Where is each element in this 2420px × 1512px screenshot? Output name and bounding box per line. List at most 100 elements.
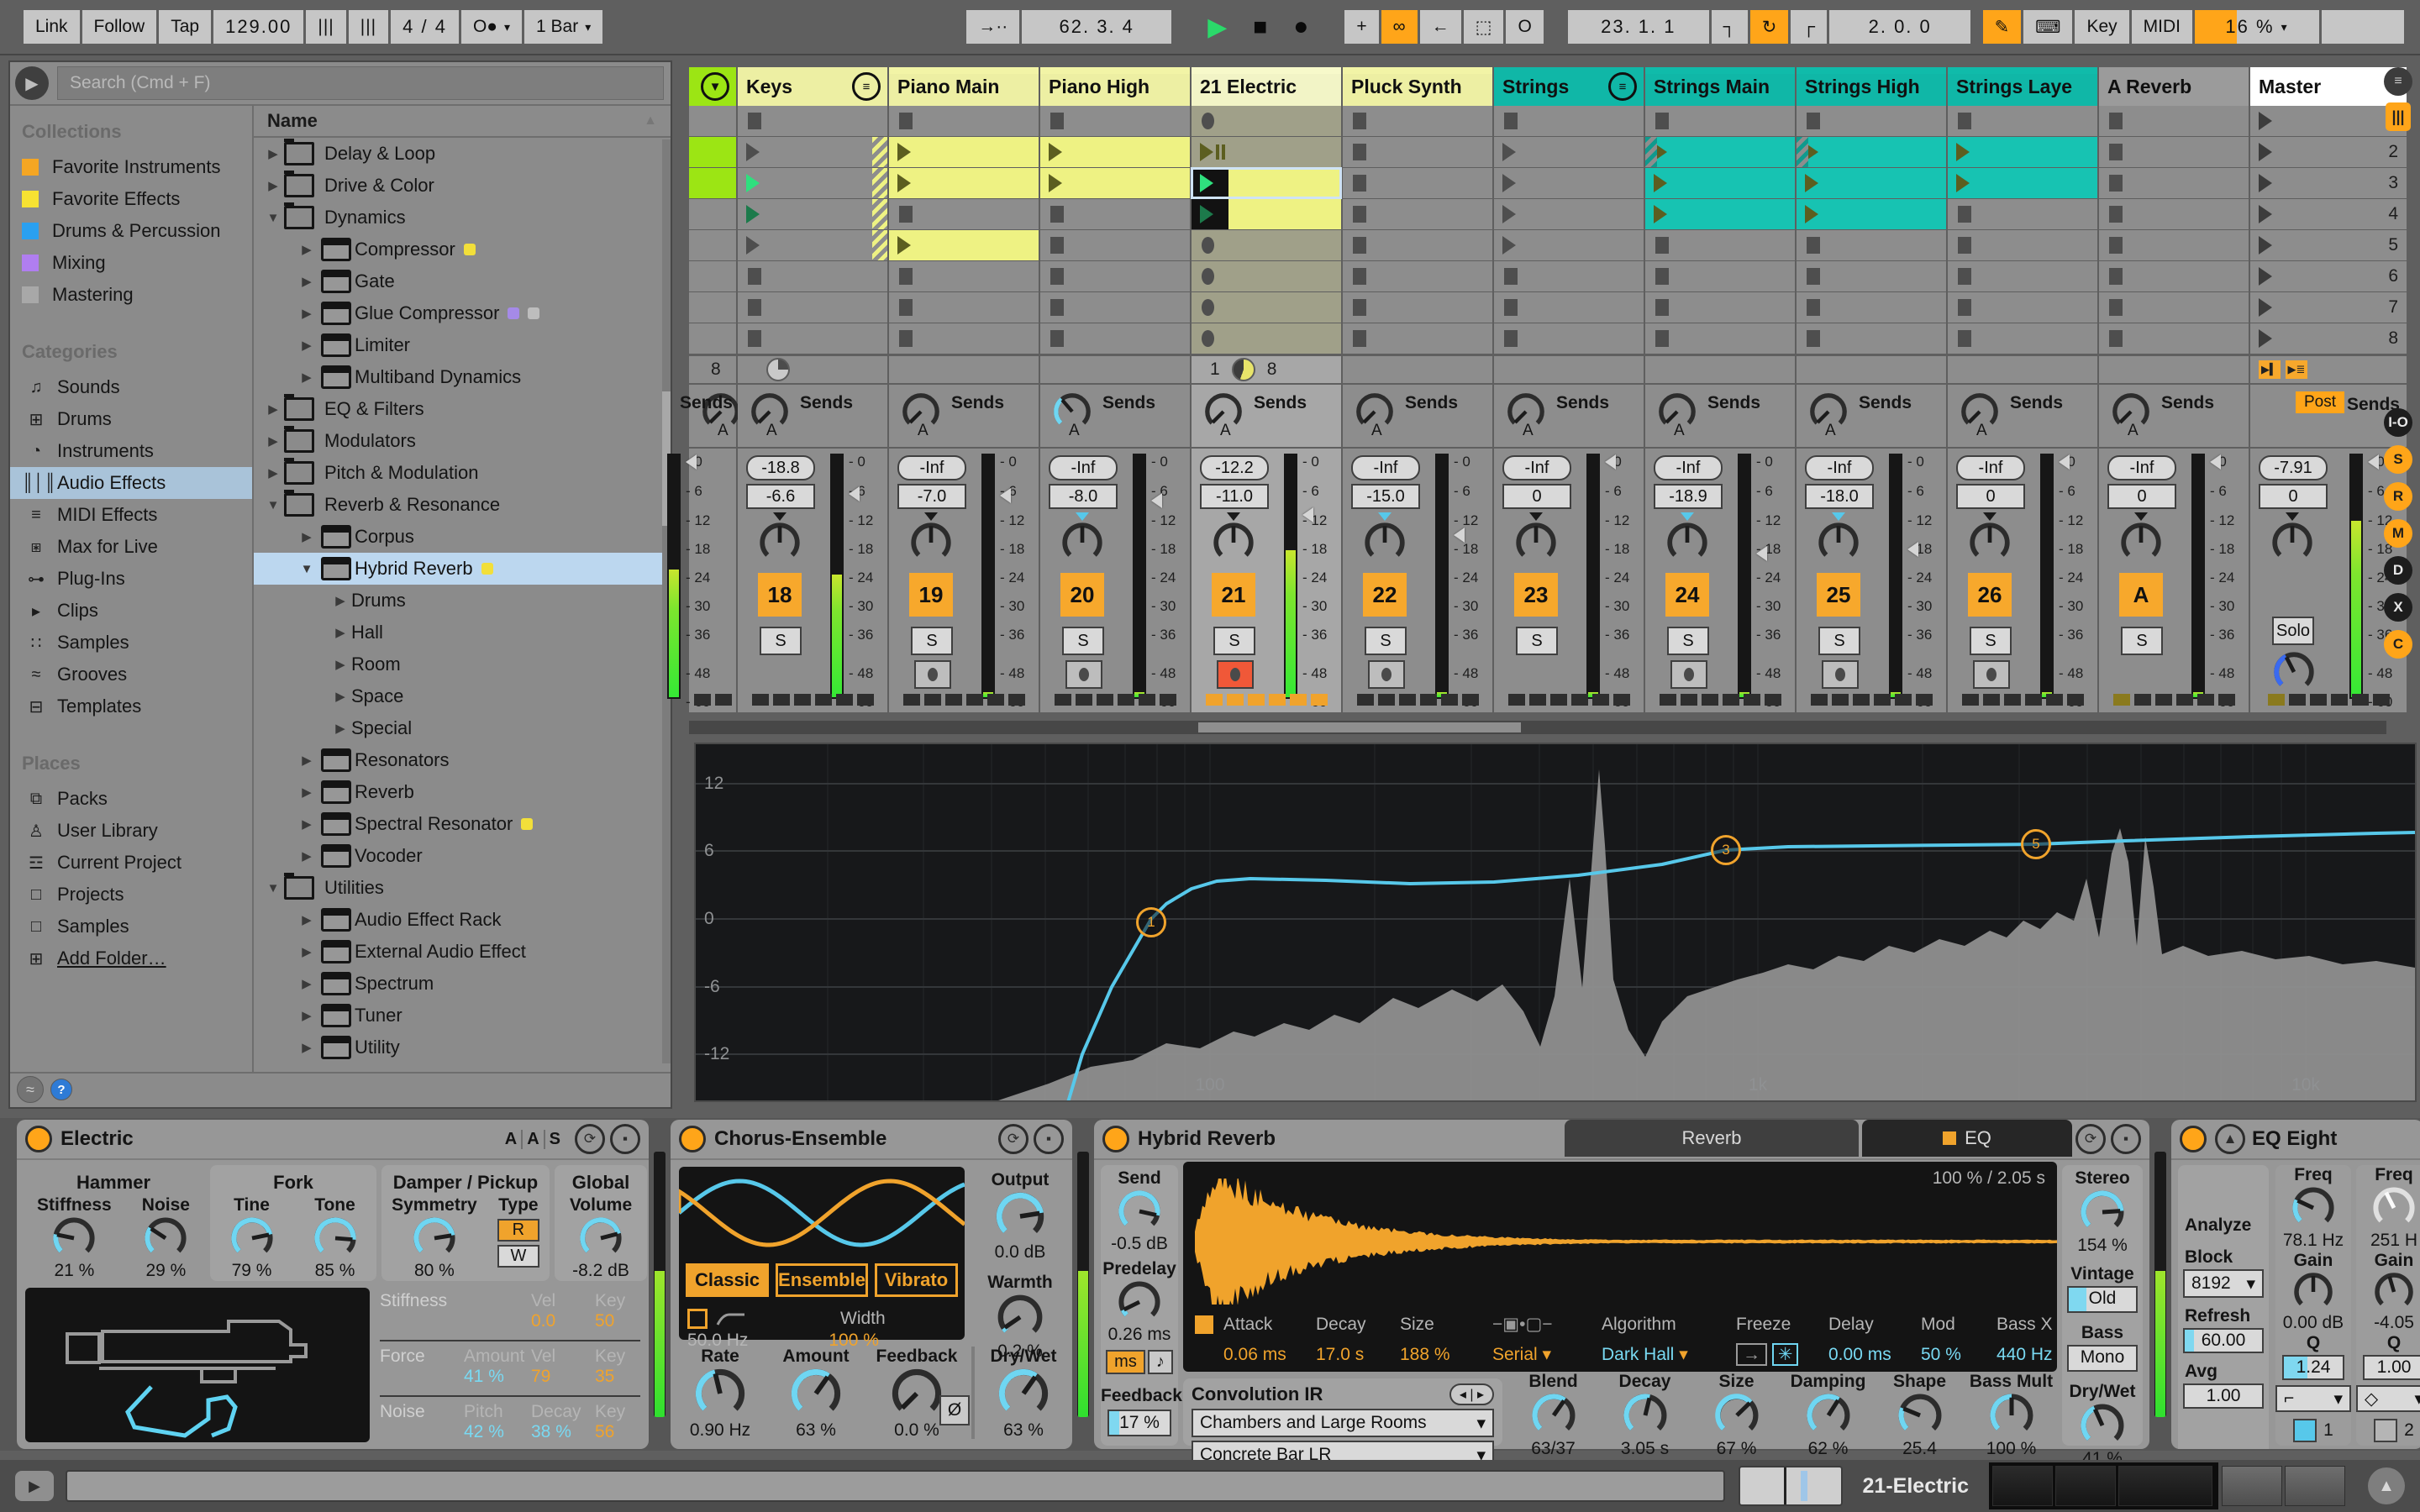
tine-knob[interactable] [229,1215,275,1261]
horizontal-scrollbar[interactable] [689,721,2386,734]
save-preset-icon[interactable]: ▪ [1034,1124,1064,1154]
quantize-menu[interactable]: 1 Bar ▾ [524,10,602,44]
pan-knob-dial[interactable] [2119,521,2163,564]
solo-button[interactable]: S [911,627,953,655]
solo-button[interactable]: S [1213,627,1255,655]
chevron-down-icon[interactable]: ▼ [296,562,318,576]
post-button[interactable]: Post [2296,391,2344,413]
rail-toggle-m[interactable]: M [2384,519,2412,548]
stereo-value[interactable]: 154 % [2062,1236,2143,1256]
scene-launch-triangle[interactable] [2259,174,2272,192]
clip-slot[interactable] [889,137,1039,167]
device-on-led[interactable] [679,1126,706,1152]
tap-button[interactable]: Tap [159,10,211,44]
filter-type-select[interactable]: ◇ ▾ [2356,1385,2420,1412]
clip-slot[interactable] [889,168,1039,198]
clip-slot[interactable] [1343,292,1492,323]
col-value[interactable]: 38 % [531,1422,595,1442]
gain-knob[interactable] [2292,1271,2334,1313]
sidebar-item-sounds[interactable]: ♫ Sounds [10,371,252,403]
type-r-button[interactable]: R [497,1219,539,1242]
clip-slot[interactable] [738,323,887,354]
col-value[interactable]: 42 % [464,1422,531,1442]
stop-clips-row[interactable]: 8 [689,356,736,383]
clip-slot[interactable] [889,106,1039,136]
volume-field[interactable]: -8.0 [1049,484,1118,509]
clip-play-triangle[interactable] [1805,174,1818,192]
stop-clips-row[interactable] [1494,356,1644,383]
volume-position-marker[interactable] [1907,542,1918,557]
stop-all-clips-button[interactable]: ▶▍ [2259,360,2281,379]
group-slot-triangle[interactable] [1502,205,1516,223]
chevron-right-icon[interactable]: ▶ [296,306,318,321]
scene-launch-triangle[interactable] [2259,112,2272,130]
chevron-right-icon[interactable]: ▶ [296,816,318,832]
list-item-special[interactable]: ▶ Special [254,712,671,744]
arm-button[interactable] [1065,660,1102,689]
sidebar-item-favorite-instruments[interactable]: Favorite Instruments [10,151,252,183]
chevron-right-icon[interactable]: ▶ [296,274,318,289]
track-header[interactable]: Strings ≡ [1494,67,1644,106]
freq-knob[interactable] [2291,1185,2336,1231]
clip-play-triangle[interactable] [897,236,911,255]
sidebar-item-mixing[interactable]: Mixing [10,247,252,279]
peak-level-field[interactable]: -Inf [1956,455,2025,480]
list-item-pitch-modulation[interactable]: ▶ Pitch & Modulation [254,457,671,489]
shape-knob[interactable] [1897,1392,1944,1439]
device-on-led[interactable] [25,1126,52,1152]
pan-knob-dial[interactable] [1514,521,1558,564]
clip-slot[interactable] [1494,323,1644,354]
device-title[interactable]: Chorus-Ensemble [714,1127,886,1151]
clip-slot[interactable] [689,261,736,291]
list-item-hybrid-reverb[interactable]: ▼ Hybrid Reverb [254,553,671,585]
sidebar-item-add-folder-[interactable]: ⊞ Add Folder… [10,942,252,974]
pan-knob-dial[interactable] [1363,521,1407,564]
list-item-reverb[interactable]: ▶ Reverb [254,776,671,808]
clip-slot[interactable] [689,292,736,323]
key-map-button[interactable]: Key [2075,10,2128,44]
clip-slot[interactable] [889,261,1039,291]
bass-mult-knob[interactable] [1988,1392,2035,1439]
pan-knob-dial[interactable] [1665,521,1709,564]
damping-value[interactable]: 62 % [1782,1439,1874,1459]
group-slot-triangle[interactable] [1502,143,1516,161]
pan-knob-dial[interactable] [1968,521,2012,564]
filter-type-select[interactable]: ⌐ ▾ [2275,1385,2351,1412]
save-preset-icon[interactable]: ▪ [2111,1124,2141,1154]
pan-knob-dial[interactable] [1060,521,1104,564]
clip-slot[interactable] [1797,106,1946,136]
clip-overview-bar[interactable] [66,1470,1725,1502]
group-slot-triangle[interactable] [746,174,760,192]
track-header[interactable]: ▼ [689,67,736,106]
record-button[interactable]: ● [1281,10,1320,44]
list-item-dynamics[interactable]: ▼ Dynamics [254,202,671,234]
overdub-plus-button[interactable]: + [1344,10,1378,44]
decay-value[interactable]: 17.0 s [1316,1345,1400,1365]
pan-knob-dial[interactable] [1212,521,1255,564]
link-button[interactable]: Link [24,10,80,44]
search-input[interactable] [57,66,664,100]
group-slot-triangle[interactable] [1502,174,1516,192]
chevron-right-icon[interactable]: ▶ [296,1040,318,1055]
list-item-reverb-resonance[interactable]: ▼ Reverb & Resonance [254,489,671,521]
predelay-knob[interactable] [1117,1279,1162,1325]
chevron-right-icon[interactable]: ▶ [296,370,318,385]
clip-slot[interactable] [1797,199,1946,229]
session-menu-circle[interactable]: ≡ [2384,67,2412,96]
hybrid-reverb-eq-display[interactable]: 12 6 0 -6 -12 100 1k 10k 1 3 5 [694,743,2417,1102]
clip-play-triangle[interactable] [897,143,911,161]
track-header[interactable]: A Reverb [2099,67,2249,106]
clip-slot[interactable] [1494,168,1644,198]
capture-midi-button[interactable]: ⬚ [1464,10,1504,44]
list-item-hall[interactable]: ▶ Hall [254,617,671,648]
clip-slot[interactable] [1797,292,1946,323]
clip-slot[interactable] [1494,292,1644,323]
arm-button[interactable] [914,660,951,689]
device-title[interactable]: EQ Eight [2252,1127,2337,1151]
punch-out-button[interactable]: ┌ [1791,10,1827,44]
list-item-multiband-dynamics[interactable]: ▶ Multiband Dynamics [254,361,671,393]
track-activator[interactable]: A [2119,573,2163,617]
info-toggle-icon[interactable]: ? [50,1079,72,1100]
scene-launch-triangle[interactable] [2259,143,2272,161]
arrangement-position[interactable]: 62. 3. 4 [1022,10,1171,44]
